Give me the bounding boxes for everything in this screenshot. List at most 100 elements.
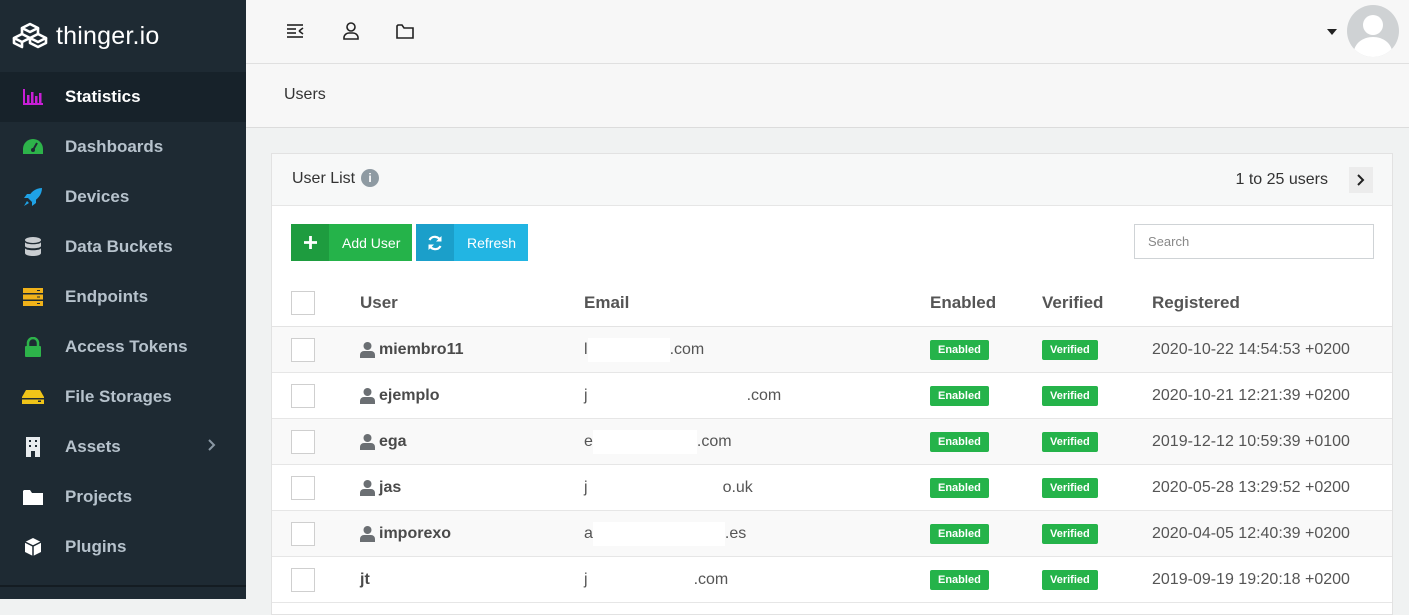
email-cell: j .com	[584, 556, 930, 603]
chevron-right-icon	[1357, 174, 1365, 186]
email-cell: j o.uk	[584, 464, 930, 511]
info-icon[interactable]: i	[361, 169, 379, 187]
sidebar-item-label: Endpoints	[65, 287, 149, 306]
registered-date: 2020-05-28 13:29:52 +0200	[1152, 464, 1392, 511]
sidebar-divider	[0, 585, 246, 587]
top-bar	[246, 0, 1409, 64]
user-name: jas	[379, 478, 402, 496]
row-checkbox[interactable]	[291, 521, 315, 546]
thinger-logo-icon	[12, 22, 48, 49]
server-icon	[22, 287, 44, 307]
lock-icon	[22, 337, 44, 357]
table-row: miembro11 l .com Enabled Verified 2020-10…	[272, 326, 1392, 373]
sidebar-item-statistics[interactable]: Statistics	[0, 72, 246, 122]
chevron-right-icon	[208, 438, 216, 456]
enabled-badge: Enabled	[930, 569, 989, 590]
sidebar-item-dashboards[interactable]: Dashboards	[0, 122, 246, 172]
row-checkbox[interactable]	[291, 337, 315, 362]
sidebar-item-access-tokens[interactable]: Access Tokens	[0, 322, 246, 372]
refresh-icon	[416, 224, 454, 261]
toggle-sidebar-icon[interactable]	[284, 20, 306, 42]
user-link[interactable]: jas	[360, 479, 584, 497]
user-icon	[360, 387, 375, 404]
verified-badge: Verified	[1042, 339, 1098, 360]
sidebar-item-devices[interactable]: Devices	[0, 172, 246, 222]
table-row: ega e .com Enabled Verified 2019-12-12 10…	[272, 418, 1392, 465]
row-checkbox[interactable]	[291, 383, 315, 408]
add-user-label: Add User	[342, 234, 401, 251]
table-row: ejemplo j .com Enabled Verified 2020-10-2…	[272, 372, 1392, 419]
database-icon	[22, 237, 44, 257]
email-cell: j .com	[584, 372, 930, 419]
column-header-email[interactable]: Email	[584, 280, 930, 327]
column-header-registered[interactable]: Registered	[1152, 280, 1392, 327]
sidebar-item-label: Statistics	[65, 87, 141, 106]
brand[interactable]: thinger.io	[0, 0, 246, 72]
folder-open-icon[interactable]	[394, 20, 416, 42]
sidebar-item-assets[interactable]: Assets	[0, 422, 246, 472]
user-link[interactable]: ejemplo	[360, 387, 584, 405]
user-name: ega	[379, 432, 407, 450]
enabled-badge: Enabled	[930, 339, 989, 360]
chevron-down-icon[interactable]	[1327, 29, 1337, 35]
sidebar: thinger.io Statistics Dashboards Devices…	[0, 0, 246, 599]
user-name: imporexo	[379, 524, 452, 542]
registered-date: 2020-10-21 12:21:39 +0200	[1152, 372, 1392, 419]
registered-date: 2019-12-12 10:59:39 +0100	[1152, 418, 1392, 465]
user-icon	[360, 433, 375, 450]
user-link[interactable]: ega	[360, 433, 584, 451]
row-checkbox[interactable]	[291, 567, 315, 592]
cube-icon	[22, 537, 44, 557]
redaction	[587, 383, 747, 408]
column-header-user[interactable]: User	[360, 280, 584, 327]
row-checkbox[interactable]	[291, 475, 315, 500]
user-list-panel: User List i 1 to 25 users Add User Refre…	[271, 153, 1393, 615]
user-name: miembro11	[379, 340, 464, 358]
enabled-badge: Enabled	[930, 431, 989, 452]
sidebar-item-projects[interactable]: Projects	[0, 472, 246, 522]
panel-header: User List i 1 to 25 users	[272, 154, 1392, 206]
row-checkbox[interactable]	[291, 429, 315, 454]
registered-date: 2020-04-05 12:40:39 +0200	[1152, 510, 1392, 557]
table-row: jt j .com Enabled Verified 2019-09-19 19:…	[272, 556, 1392, 603]
sidebar-item-label: File Storages	[65, 387, 172, 406]
verified-badge: Verified	[1042, 477, 1098, 498]
bar-chart-icon	[22, 87, 44, 107]
select-all-checkbox[interactable]	[291, 291, 315, 315]
panel-title: User List	[292, 170, 356, 187]
column-header-verified[interactable]: Verified	[1042, 280, 1152, 327]
enabled-badge: Enabled	[930, 477, 989, 498]
user-link[interactable]: miembro11	[360, 341, 584, 359]
search-input[interactable]	[1134, 224, 1374, 259]
verified-badge: Verified	[1042, 523, 1098, 544]
sidebar-item-label: Data Buckets	[65, 237, 173, 256]
refresh-button[interactable]: Refresh	[416, 224, 528, 261]
user-icon	[360, 479, 375, 496]
column-header-enabled[interactable]: Enabled	[930, 280, 1042, 327]
avatar[interactable]	[1347, 5, 1399, 57]
enabled-badge: Enabled	[930, 523, 989, 544]
user-name: jt	[360, 570, 370, 588]
redaction	[592, 521, 725, 546]
building-icon	[22, 437, 44, 457]
hard-drive-icon	[22, 387, 44, 407]
redaction	[587, 475, 723, 500]
sidebar-item-plugins[interactable]: Plugins	[0, 522, 246, 572]
pagination-count: 1 to 25 users	[1235, 171, 1329, 188]
email-cell: e .com	[584, 418, 930, 465]
sidebar-item-data-buckets[interactable]: Data Buckets	[0, 222, 246, 272]
sidebar-item-file-storages[interactable]: File Storages	[0, 372, 246, 422]
user-icon	[360, 525, 375, 542]
redaction	[587, 337, 670, 362]
sidebar-item-endpoints[interactable]: Endpoints	[0, 272, 246, 322]
user-link[interactable]: imporexo	[360, 525, 584, 543]
folder-icon	[22, 487, 44, 507]
user-icon[interactable]	[340, 20, 362, 42]
add-user-button[interactable]: Add User	[291, 224, 412, 261]
next-page-button[interactable]	[1349, 167, 1373, 193]
brand-name: thinger.io	[56, 21, 160, 50]
user-link[interactable]: jt	[360, 571, 584, 589]
enabled-badge: Enabled	[930, 385, 989, 406]
sidebar-item-label: Projects	[65, 487, 133, 506]
user-name: ejemplo	[379, 386, 440, 404]
